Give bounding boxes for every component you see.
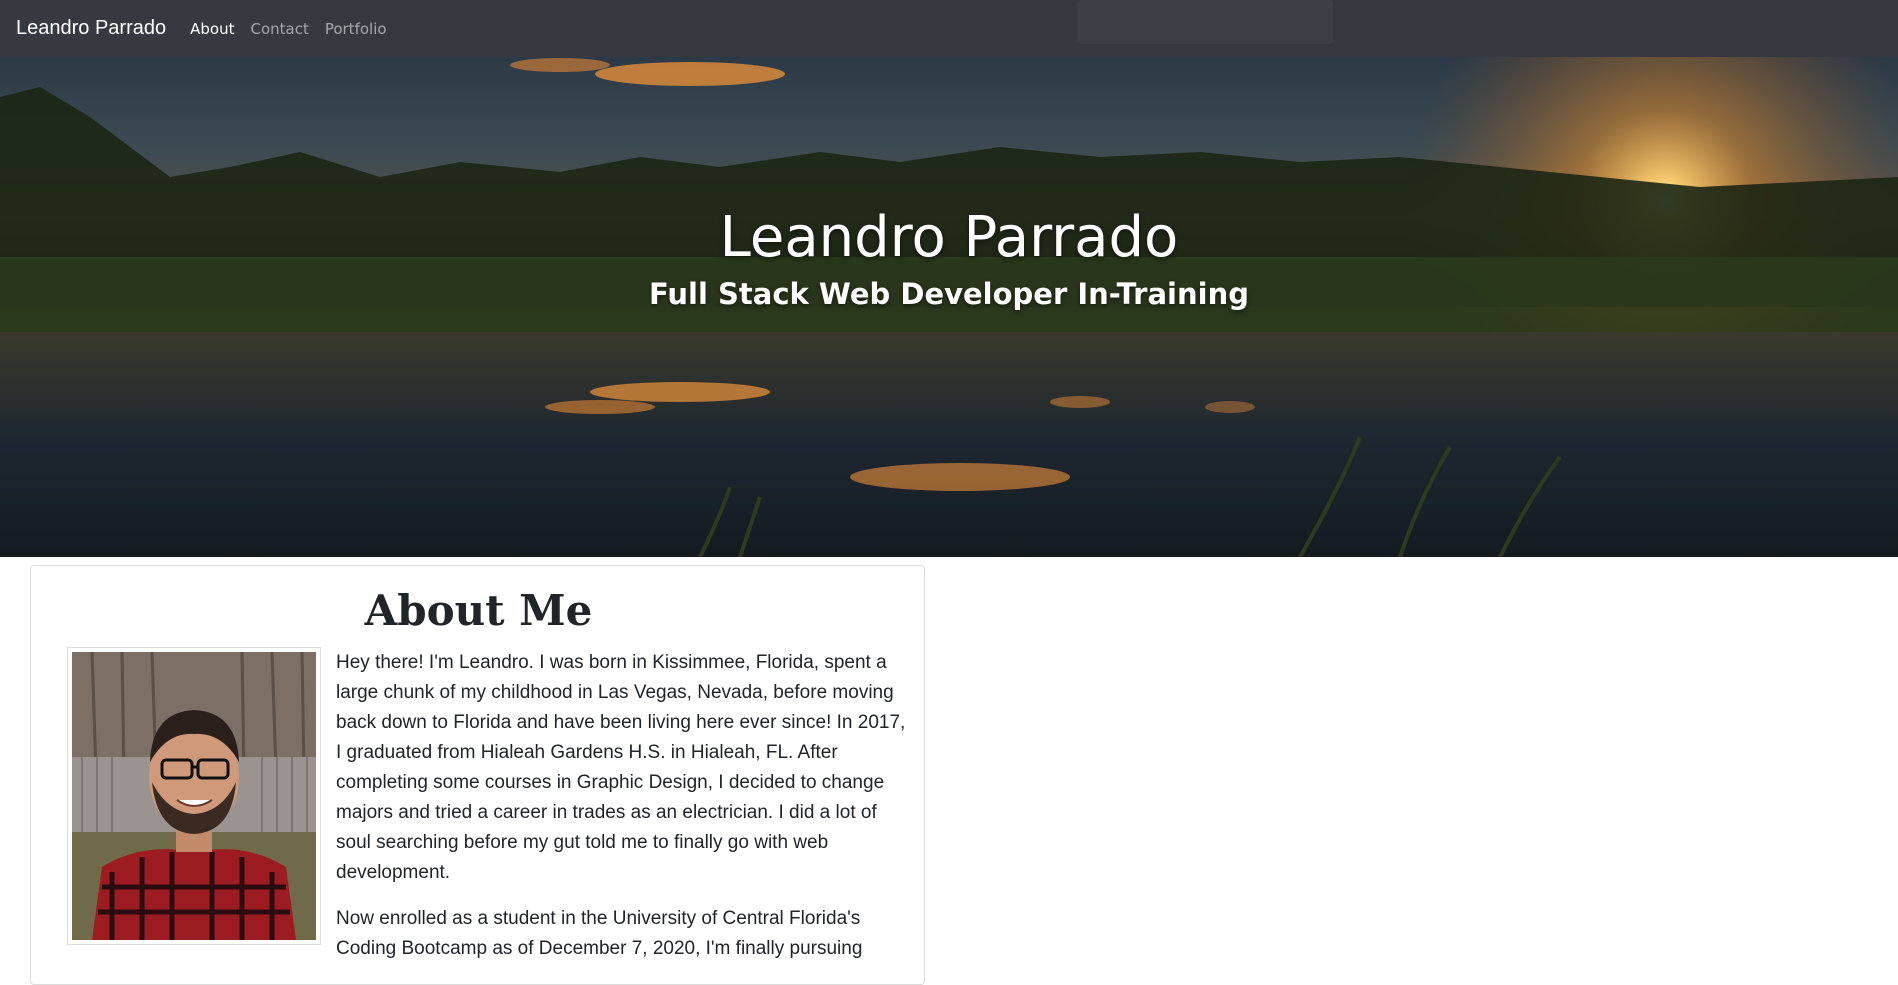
profile-photo-image (72, 652, 316, 940)
faded-overlay-box (1077, 0, 1333, 44)
profile-photo (72, 652, 316, 940)
about-heading: About Me (364, 586, 593, 635)
about-bio: Hey there! I'm Leandro. I was born in Ki… (336, 648, 911, 980)
hero-banner: Leandro Parrado Full Stack Web Developer… (0, 57, 1898, 557)
about-card: About Me Hey there! I'm Leandro. I was b… (30, 565, 925, 985)
hero-title: Leandro Parrado (719, 205, 1179, 270)
profile-photo-frame (67, 647, 321, 945)
top-navbar: Leandro Parrado About Contact Portfolio (0, 0, 1898, 57)
bio-paragraph: Now enrolled as a student in the Univers… (336, 908, 863, 959)
nav-link-portfolio[interactable]: Portfolio (325, 20, 387, 38)
nav-link-contact[interactable]: Contact (250, 20, 308, 38)
navbar-brand[interactable]: Leandro Parrado (16, 17, 166, 40)
nav-link-about[interactable]: About (190, 20, 234, 38)
bio-paragraph: Hey there! I'm Leandro. I was born in Ki… (336, 652, 906, 883)
hero-subtitle: Full Stack Web Developer In-Training (649, 277, 1249, 311)
